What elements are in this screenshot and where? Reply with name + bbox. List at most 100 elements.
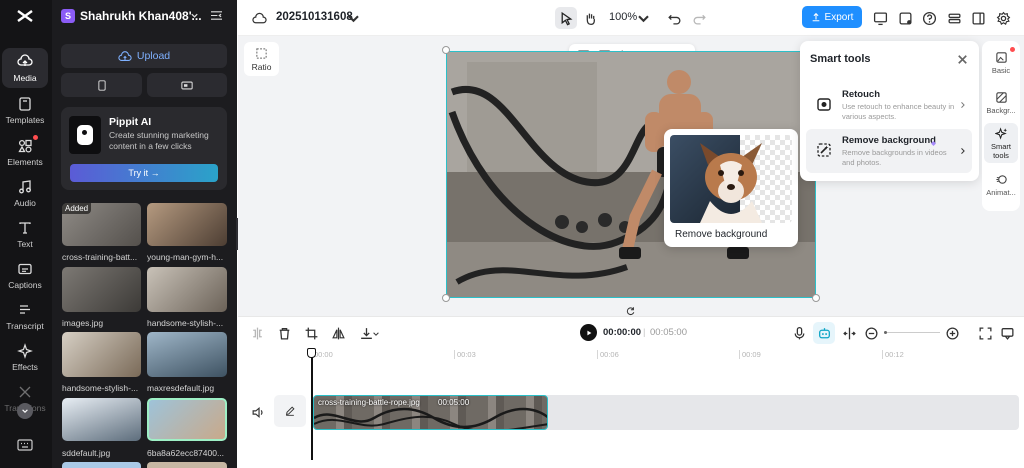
premium-icon [931, 137, 936, 146]
media-thumb-4[interactable] [147, 267, 227, 312]
feedback-icon [899, 12, 911, 24]
chevron-right-icon [960, 146, 966, 158]
record-voice-button[interactable] [788, 322, 810, 344]
close-smart-tools-button[interactable] [951, 48, 973, 70]
present-button[interactable] [869, 7, 891, 29]
crop-clip-button[interactable] [300, 322, 322, 344]
cloud-save-button[interactable] [248, 7, 270, 29]
media-thumb-6[interactable] [147, 332, 227, 377]
zoom-out-button[interactable] [860, 322, 882, 344]
phone-upload-button[interactable] [61, 73, 142, 97]
remove-background-title: Remove background [842, 135, 936, 146]
media-thumb-1[interactable]: Added [62, 203, 141, 246]
play-button[interactable] [580, 324, 597, 341]
upload-button[interactable]: Upload [61, 44, 227, 68]
capcut-logo[interactable] [15, 8, 35, 24]
track-volume-button[interactable] [247, 401, 269, 423]
resize-handle-bottom-right[interactable] [812, 294, 820, 302]
clip-duration: 00:05:00 [438, 398, 470, 407]
fit-timeline-button[interactable] [974, 322, 996, 344]
redo-button[interactable] [688, 7, 710, 29]
rail-tab-background[interactable]: Backgr... [984, 83, 1018, 123]
rail-item-text[interactable]: Text [2, 214, 48, 254]
layers-button[interactable] [943, 7, 965, 29]
keyboard-icon [17, 439, 33, 451]
captions-icon [18, 263, 32, 274]
rail-item-elements[interactable]: Elements [2, 132, 48, 172]
timeline-clip[interactable]: cross-training-battle-rope.jpg 00:05:00 [313, 395, 548, 430]
upload-icon [812, 12, 819, 22]
rail-item-media[interactable]: Media [2, 48, 48, 88]
ratio-button[interactable]: Ratio [244, 42, 279, 76]
retouch-title: Retouch [842, 89, 880, 100]
media-thumb-7[interactable] [62, 398, 141, 441]
resize-handle-top-left[interactable] [442, 46, 450, 54]
animation-icon [995, 175, 1007, 184]
right-rail: Basic Backgr... Smart tools Animat... [982, 41, 1020, 211]
try-it-button[interactable]: Try it → [70, 164, 218, 182]
retouch-option[interactable]: Retouch Use retouch to enhance beauty in… [806, 83, 972, 127]
timeline: 00:00 00:03 00:06 00:09 00:12 cross-trai… [238, 348, 1024, 468]
zoom-slider[interactable] [884, 331, 940, 334]
transitions-icon [19, 386, 31, 397]
crop-icon [305, 327, 317, 339]
help-button[interactable] [918, 7, 940, 29]
delete-button[interactable] [273, 322, 295, 344]
collapse-panel-button[interactable] [210, 10, 223, 24]
resize-handle-bottom-left[interactable] [442, 294, 450, 302]
download-dropdown[interactable] [372, 329, 380, 341]
rail-tab-animation[interactable]: Animat... [984, 165, 1018, 205]
zoom-dropdown[interactable] [632, 7, 654, 29]
screen-icon [181, 81, 193, 89]
preview-image [670, 135, 792, 223]
media-name-8: 6ba8a62ecc87400... [147, 448, 225, 458]
media-thumb-9[interactable] [62, 462, 141, 468]
settings-button[interactable] [992, 7, 1014, 29]
media-thumb-8[interactable] [147, 398, 227, 441]
magic-wand-icon [816, 142, 832, 158]
rail-item-templates[interactable]: Templates [2, 90, 48, 130]
media-thumb-5[interactable] [62, 332, 141, 377]
rail-tab-basic[interactable]: Basic [984, 43, 1018, 83]
hand-icon [586, 13, 595, 25]
media-panel: S Shahrukh Khan408'... Upload Pippit AI … [52, 0, 237, 468]
project-dropdown[interactable] [342, 7, 364, 29]
snap-button[interactable] [838, 322, 860, 344]
timeline-settings-button[interactable] [996, 322, 1018, 344]
mirror-button[interactable] [327, 322, 349, 344]
redo-icon [693, 14, 706, 24]
keyboard-shortcuts-button[interactable] [17, 438, 33, 452]
edit-cover-button[interactable] [274, 395, 306, 427]
rail-item-audio[interactable]: Audio [2, 173, 48, 213]
zoom-in-button[interactable] [941, 322, 963, 344]
workspace-name[interactable]: Shahrukh Khan408'... [80, 9, 202, 23]
split-button[interactable] [246, 322, 268, 344]
select-tool-button[interactable] [555, 7, 577, 29]
export-button[interactable]: Export [802, 6, 862, 28]
rotate-handle[interactable] [625, 306, 636, 316]
undo-button[interactable] [663, 7, 685, 29]
rail-tab-smart-tools[interactable]: Smart tools [984, 123, 1018, 163]
cloud-upload-icon [118, 50, 132, 61]
dog-illustration [700, 143, 762, 223]
promo-title: Pippit AI [109, 116, 152, 128]
ratio-icon [256, 47, 267, 59]
media-thumb-10[interactable] [147, 462, 227, 468]
media-thumb-2[interactable] [147, 203, 227, 246]
hand-tool-button[interactable] [579, 7, 601, 29]
rail-item-transcript[interactable]: Transcript [2, 296, 48, 336]
media-thumb-3[interactable] [62, 267, 141, 312]
rail-item-captions[interactable]: Captions [2, 255, 48, 295]
media-name-1: cross-training-batt... [62, 252, 138, 262]
basic-icon [995, 52, 1007, 63]
feedback-button[interactable] [894, 7, 916, 29]
zoom-slider-handle[interactable] [884, 331, 887, 334]
screen-record-button[interactable] [147, 73, 227, 97]
ai-assist-button[interactable] [813, 322, 835, 344]
workspace-dropdown[interactable] [190, 11, 199, 23]
expand-rail-button[interactable] [17, 403, 33, 419]
layout-button[interactable] [967, 7, 989, 29]
remove-background-option[interactable]: Remove background Remove backgrounds in … [806, 129, 972, 173]
rail-item-effects[interactable]: Effects [2, 337, 48, 377]
smart-tools-title: Smart tools [810, 53, 871, 65]
